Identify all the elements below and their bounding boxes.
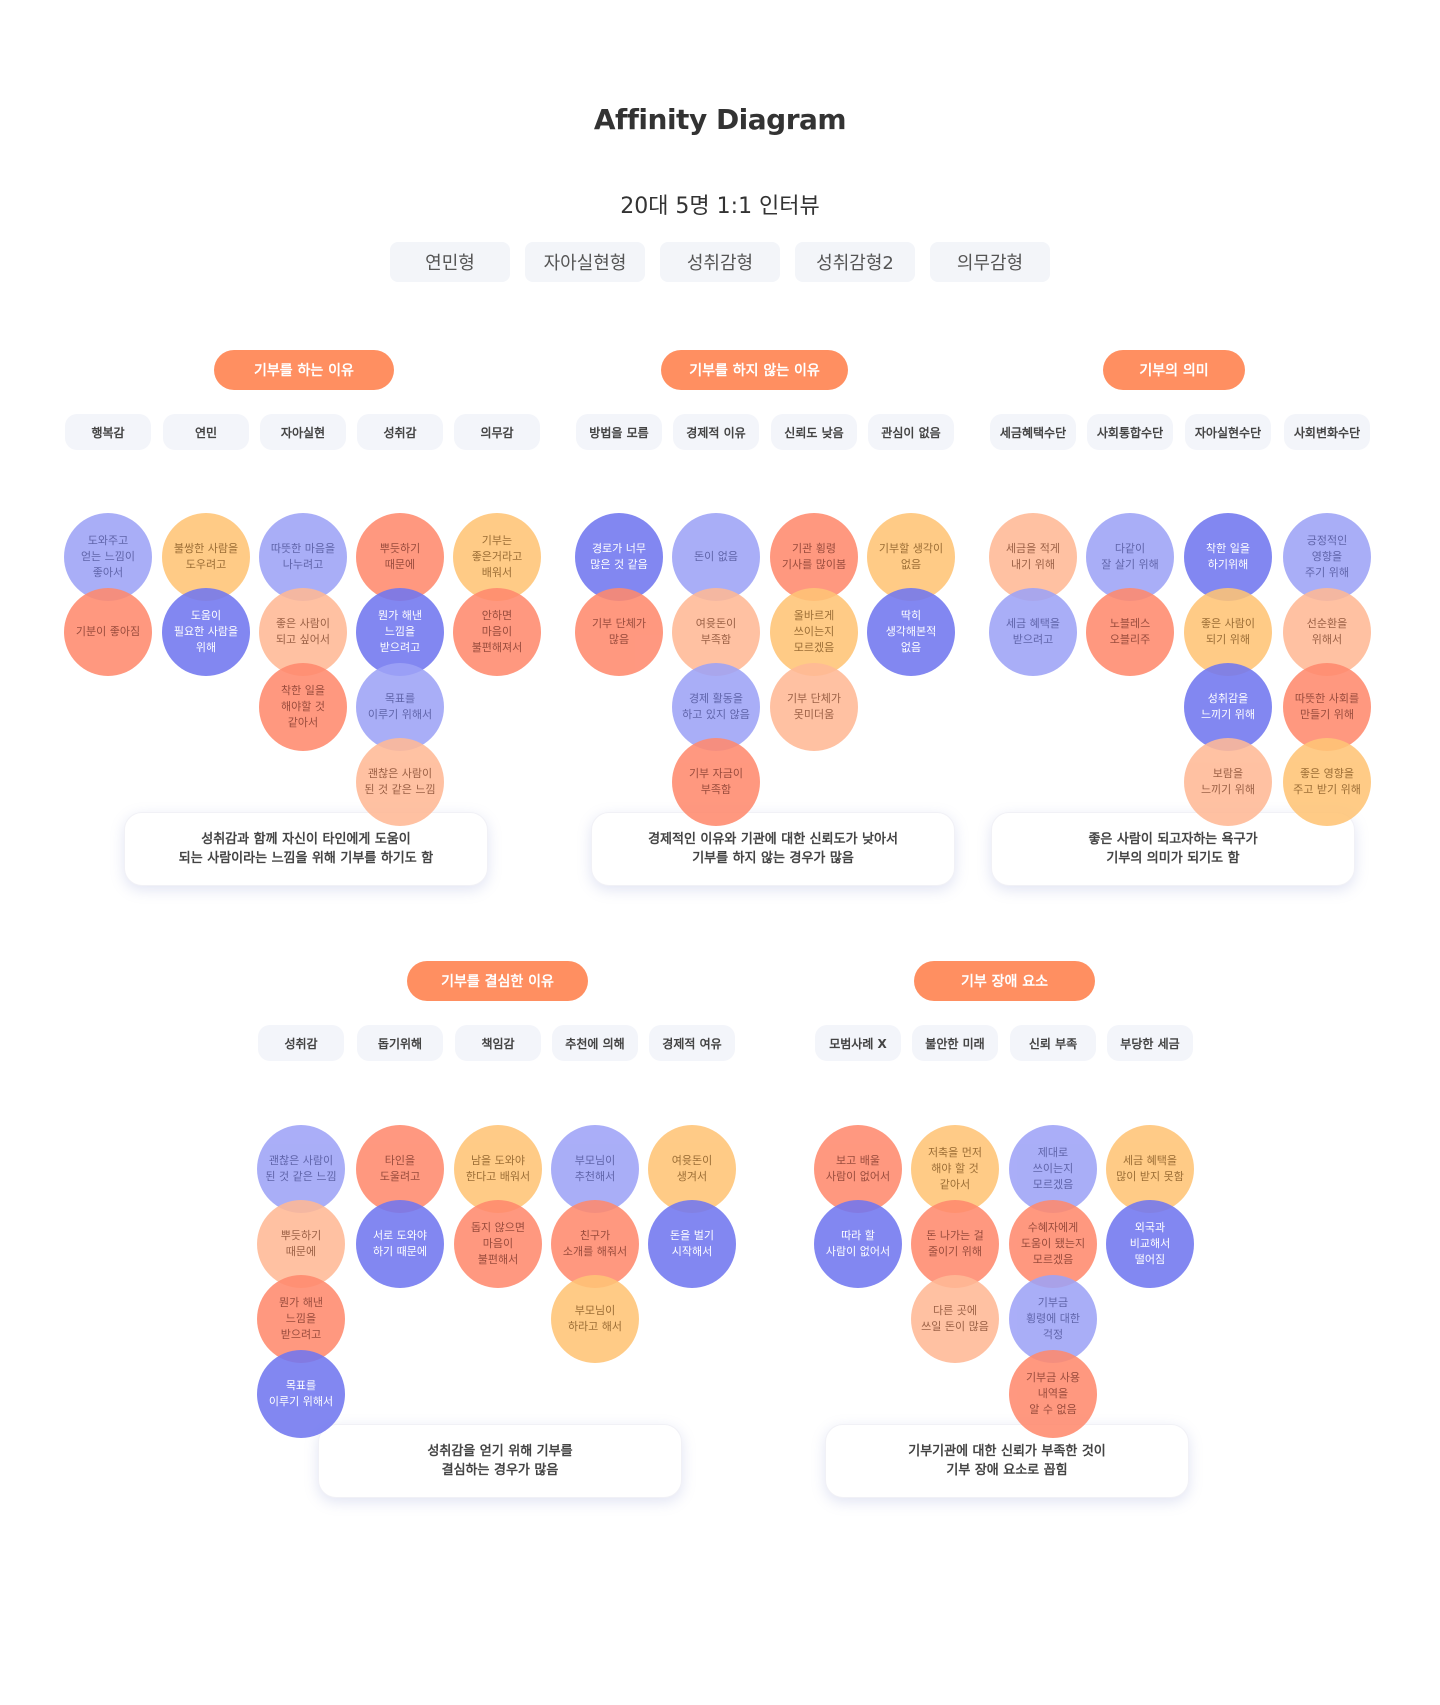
- category-label: 돕기위해: [357, 1025, 443, 1061]
- page-subtitle: 20대 5명 1:1 인터뷰: [620, 194, 820, 219]
- category-label: 사회통합수단: [1087, 414, 1173, 450]
- sticky-note: 서로 도와야 하기 때문에: [356, 1200, 444, 1288]
- sticky-note: 기부 단체가 못미더움: [770, 663, 858, 751]
- page-title: Affinity Diagram: [593, 103, 847, 136]
- sticky-note: 좋은 영향을 주고 받기 위해: [1283, 738, 1371, 826]
- persona-tags: 연민형 자아실현형 성취감형 성취감형2 의무감형: [0, 242, 1440, 282]
- summary-card: 성취감과 함께 자신이 타인에게 도움이 되는 사람이라는 느낌을 위해 기부를…: [124, 812, 488, 886]
- section-header: 기부를 하는 이유: [214, 350, 394, 390]
- persona-tag: 성취감형2: [795, 242, 915, 282]
- section-header: 기부의 의미: [1103, 350, 1245, 390]
- sticky-note: 세금 혜택을 받으려고: [989, 588, 1077, 676]
- persona-tag: 성취감형: [660, 242, 780, 282]
- category-label: 관심이 없음: [868, 414, 954, 450]
- category-label: 성취감: [357, 414, 443, 450]
- summary-card: 기부기관에 대한 신뢰가 부족한 것이 기부 장애 요소로 꼽힘: [825, 1424, 1189, 1498]
- sticky-note: 기분이 좋아짐: [64, 588, 152, 676]
- sticky-note: 노블레스 오블리주: [1086, 588, 1174, 676]
- sticky-note: 기부금 사용 내역을 알 수 없음: [1009, 1350, 1097, 1438]
- sticky-note: 안하면 마음이 불편해져서: [453, 588, 541, 676]
- category-label: 연민: [163, 414, 249, 450]
- category-label: 자아실현: [260, 414, 346, 450]
- sticky-note: 다른 곳에 쓰일 돈이 많음: [911, 1275, 999, 1363]
- sticky-note: 기부 자금이 부족함: [672, 738, 760, 826]
- persona-tag: 자아실현형: [525, 242, 645, 282]
- persona-tag: 연민형: [390, 242, 510, 282]
- sticky-note: 도움이 필요한 사람을 위해: [162, 588, 250, 676]
- summary-card: 성취감을 얻기 위해 기부를 결심하는 경우가 많음: [318, 1424, 682, 1498]
- sticky-note: 착한 일을 해야할 것 같아서: [259, 663, 347, 751]
- sticky-note: 부모님이 하라고 해서: [551, 1275, 639, 1363]
- sticky-note: 돈을 벌기 시작해서: [648, 1200, 736, 1288]
- category-label: 방법을 모름: [576, 414, 662, 450]
- section-header: 기부를 하지 않는 이유: [661, 350, 848, 390]
- sticky-note: 돕지 않으면 마음이 불편해서: [454, 1200, 542, 1288]
- section-header: 기부 장애 요소: [914, 961, 1095, 1001]
- category-label: 의무감: [454, 414, 540, 450]
- category-label: 세금혜택수단: [990, 414, 1076, 450]
- category-label: 신뢰 부족: [1010, 1025, 1096, 1061]
- summary-card: 좋은 사람이 되고자하는 욕구가 기부의 의미가 되기도 함: [991, 812, 1355, 886]
- sticky-note: 기부 단체가 많음: [575, 588, 663, 676]
- category-label: 신뢰도 낮음: [771, 414, 857, 450]
- sticky-note: 외국과 비교해서 떨어짐: [1106, 1200, 1194, 1288]
- category-label: 경제적 이유: [673, 414, 759, 450]
- category-label: 불안한 미래: [912, 1025, 998, 1061]
- category-label: 책임감: [455, 1025, 541, 1061]
- section-header: 기부를 결심한 이유: [407, 961, 588, 1001]
- category-label: 모범사례 X: [815, 1025, 901, 1061]
- category-label: 행복감: [65, 414, 151, 450]
- category-label: 사회변화수단: [1284, 414, 1370, 450]
- sticky-note: 괜찮은 사람이 된 것 같은 느낌: [356, 738, 444, 826]
- persona-tag: 의무감형: [930, 242, 1050, 282]
- category-label: 경제적 여유: [649, 1025, 735, 1061]
- sticky-note: 딱히 생각해본적 없음: [867, 588, 955, 676]
- sticky-note: 따라 할 사람이 없어서: [814, 1200, 902, 1288]
- category-label: 성취감: [258, 1025, 344, 1061]
- category-label: 부당한 세금: [1107, 1025, 1193, 1061]
- sticky-note: 목표를 이루기 위해서: [257, 1350, 345, 1438]
- sticky-note: 보람을 느끼기 위해: [1184, 738, 1272, 826]
- category-label: 자아실현수단: [1185, 414, 1271, 450]
- category-label: 추천에 의해: [552, 1025, 638, 1061]
- summary-card: 경제적인 이유와 기관에 대한 신뢰도가 낮아서 기부를 하지 않는 경우가 많…: [591, 812, 955, 886]
